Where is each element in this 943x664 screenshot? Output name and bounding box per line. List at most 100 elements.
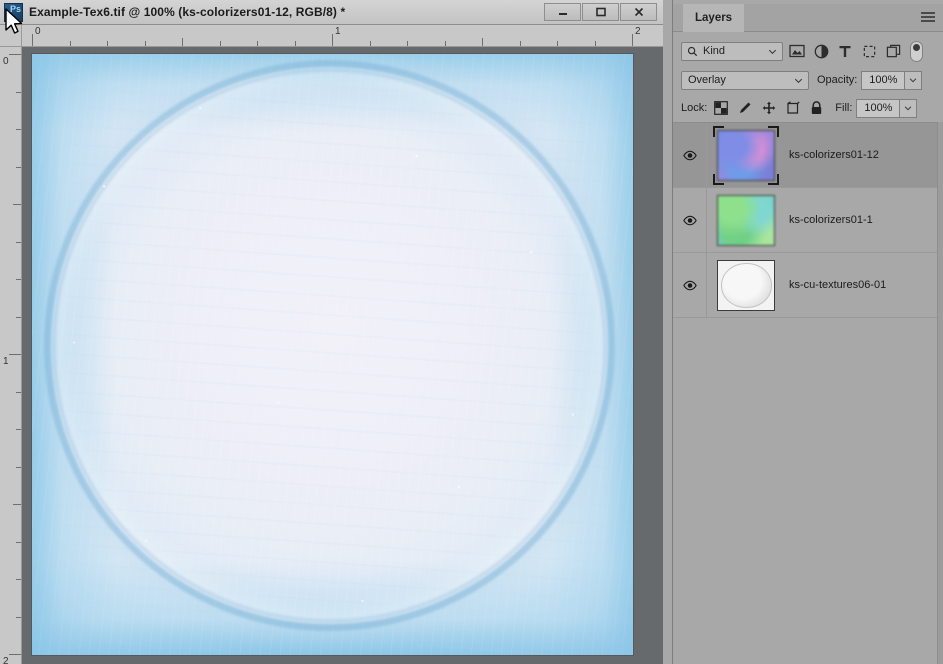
blend-mode-row: Overlay Opacity: 100%: [673, 69, 943, 91]
layer-name[interactable]: ks-colorizers01-1: [789, 214, 873, 226]
ruler-tick: [16, 579, 21, 580]
fill-input[interactable]: 100%: [856, 98, 901, 118]
opacity-stepper[interactable]: [905, 70, 923, 90]
ruler-tick: [594, 41, 596, 46]
pixel-layer-filter-icon[interactable]: [787, 41, 807, 61]
ruler-tick: [407, 41, 408, 46]
opacity-input[interactable]: 100%: [861, 70, 906, 90]
layer-name[interactable]: ks-colorizers01-12: [789, 149, 879, 161]
fill-label: Fill:: [835, 102, 853, 114]
ruler-tick: [16, 241, 21, 243]
photoshop-window: Ps Example-Tex6.tif @ 100% (ks-colorizer…: [0, 0, 943, 664]
layer-visibility-toggle[interactable]: [673, 123, 707, 187]
ruler-tick: [9, 54, 21, 55]
type-layer-filter-icon[interactable]: [835, 41, 855, 61]
eye-icon: [682, 215, 697, 225]
ruler-tick: [32, 34, 33, 46]
opacity-label: Opacity:: [817, 74, 858, 86]
layer-list-scrollbar[interactable]: [937, 122, 943, 664]
blend-mode-select[interactable]: Overlay: [681, 70, 809, 90]
layers-panel: Layers Kind Overlay Opacity: 100% Lock: …: [672, 0, 943, 664]
window-controls: [544, 3, 657, 21]
ruler-origin-corner[interactable]: [0, 25, 22, 47]
ruler-label: 0: [3, 56, 9, 67]
lock-all-icon[interactable]: [806, 98, 827, 118]
layer-row[interactable]: ks-colorizers01-1: [673, 188, 943, 253]
ruler-tick: [519, 41, 521, 46]
filter-kind-select[interactable]: Kind: [681, 41, 783, 61]
layer-thumbnail[interactable]: [717, 259, 775, 311]
ruler-tick: [16, 91, 21, 93]
layer-row[interactable]: ks-cu-textures06-01: [673, 253, 943, 318]
app-icon-label: Ps: [9, 3, 21, 14]
title-bar: Ps Example-Tex6.tif @ 100% (ks-colorizer…: [0, 0, 663, 25]
lock-row: Lock: Fill: 100%: [673, 96, 943, 120]
eye-icon: [682, 280, 697, 290]
ruler-tick: [69, 41, 71, 46]
artwork-vignette: [32, 54, 633, 655]
ruler-tick: [257, 41, 258, 46]
ruler-tick: [632, 34, 633, 46]
ruler-tick: [332, 34, 333, 46]
ruler-tick: [16, 541, 21, 543]
layer-list[interactable]: ks-colorizers01-12 ks-colorizers01-1 ks-cu…: [673, 122, 943, 664]
ruler-tick: [16, 466, 21, 468]
ruler-label: 1: [3, 356, 9, 367]
ruler-tick: [16, 129, 21, 130]
ruler-tick: [144, 41, 146, 46]
lock-artboard-nesting-icon[interactable]: [782, 98, 803, 118]
layer-thumbnail[interactable]: [717, 194, 775, 246]
fill-stepper[interactable]: [900, 98, 918, 118]
lock-position-icon[interactable]: [758, 98, 779, 118]
ruler-tick: [16, 166, 21, 168]
layer-thumbnail-wrap: [717, 259, 775, 311]
ruler-tick: [369, 41, 371, 46]
layer-visibility-toggle[interactable]: [673, 253, 707, 317]
ruler-tick: [107, 41, 108, 46]
horizontal-ruler[interactable]: 0 1 2: [22, 25, 663, 47]
filter-enable-toggle[interactable]: [910, 40, 923, 62]
ruler-tick: [16, 391, 21, 393]
shape-layer-filter-icon[interactable]: [859, 41, 879, 61]
ruler-tick: [219, 41, 221, 46]
layer-name[interactable]: ks-cu-textures06-01: [789, 279, 886, 291]
ruler-tick: [13, 204, 21, 205]
ruler-tick: [13, 504, 21, 505]
minimize-icon: [558, 13, 567, 15]
tab-layers[interactable]: Layers: [683, 4, 745, 32]
ruler-tick: [557, 41, 558, 46]
ruler-tick: [16, 429, 21, 430]
lock-image-pixels-icon[interactable]: [734, 98, 755, 118]
minimize-button[interactable]: [544, 3, 581, 21]
lock-label: Lock:: [681, 102, 708, 114]
maximize-button[interactable]: [582, 3, 619, 21]
ruler-label: 2: [635, 26, 641, 37]
lock-transparent-pixels-icon[interactable]: [710, 98, 731, 118]
layer-thumbnail[interactable]: [717, 129, 775, 181]
ruler-tick: [444, 41, 446, 46]
smart-object-filter-icon[interactable]: [883, 41, 903, 61]
adjustment-layer-filter-icon[interactable]: [811, 41, 831, 61]
ruler-label: 0: [35, 26, 41, 37]
layer-thumbnail-wrap: [717, 194, 775, 246]
canvas-workspace[interactable]: [22, 47, 663, 664]
document-canvas[interactable]: [32, 54, 633, 655]
document-title: Example-Tex6.tif @ 100% (ks-colorizers01…: [29, 5, 346, 19]
ruler-label: 1: [335, 26, 341, 37]
maximize-icon: [595, 7, 606, 17]
vertical-ruler[interactable]: 0 1 2: [0, 47, 22, 664]
search-icon: [687, 46, 698, 56]
close-button[interactable]: [620, 3, 657, 21]
layer-row[interactable]: ks-colorizers01-12: [673, 123, 943, 188]
chevron-down-icon: [768, 49, 777, 54]
chevron-down-icon: [910, 78, 917, 83]
close-icon: [634, 7, 643, 17]
panel-menu-icon[interactable]: [921, 12, 935, 23]
panel-tab-bar: Layers: [673, 4, 943, 32]
ruler-tick: [16, 316, 21, 318]
ruler-tick: [9, 654, 21, 655]
ruler-tick: [182, 38, 183, 46]
dock-gutter: [663, 0, 672, 664]
layer-visibility-toggle[interactable]: [673, 188, 707, 252]
chevron-down-icon: [794, 78, 803, 83]
